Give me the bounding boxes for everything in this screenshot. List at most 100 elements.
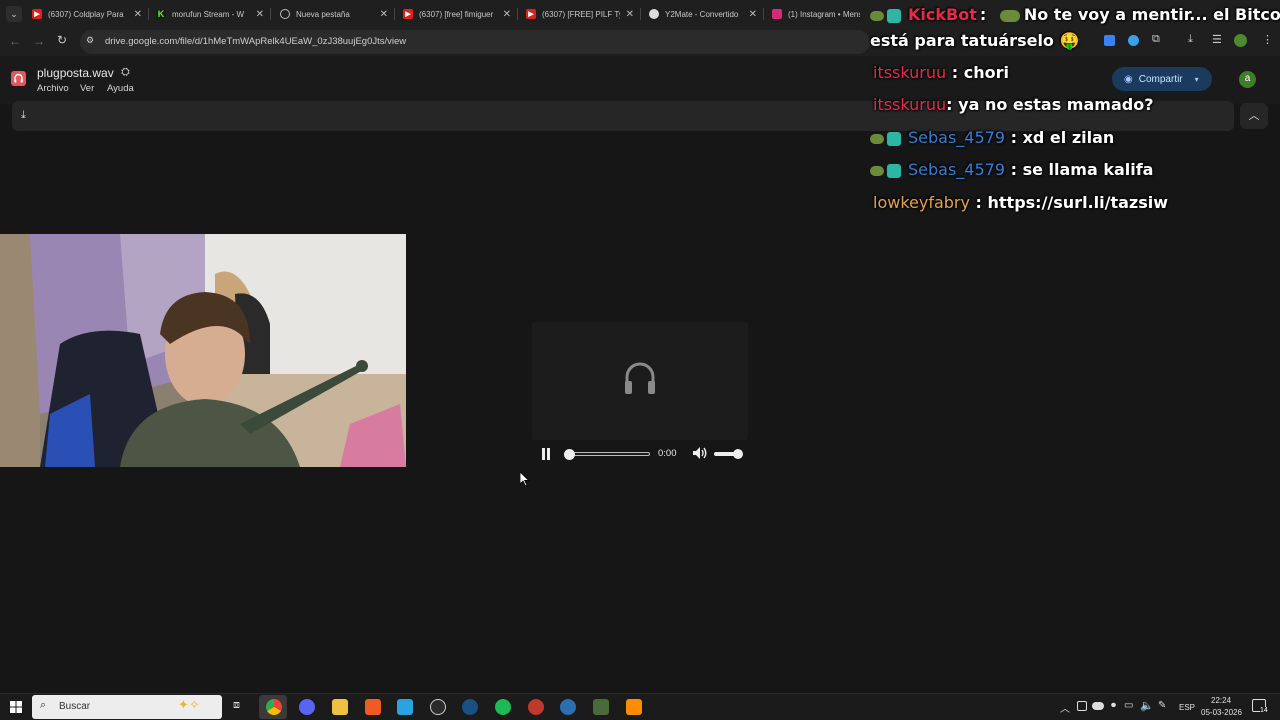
volume-handle[interactable] bbox=[733, 449, 743, 459]
obs-icon[interactable] bbox=[430, 699, 446, 715]
seek-bar[interactable] bbox=[564, 452, 650, 456]
chat-text: : se llama kalifa bbox=[1010, 160, 1154, 179]
close-tab-icon[interactable]: ✕ bbox=[749, 9, 757, 20]
audio-player-card bbox=[532, 322, 748, 440]
reload-icon[interactable]: ↻ bbox=[57, 33, 67, 47]
download-icon[interactable]: ⤓ bbox=[1188, 33, 1193, 46]
collapse-header-button[interactable]: ︿ bbox=[1240, 103, 1268, 129]
app-icon[interactable] bbox=[593, 699, 609, 715]
chat-text: : chori bbox=[951, 63, 1009, 82]
chat-message: Sebas_4579 : xd el zilan bbox=[870, 128, 1114, 147]
tab-y2mate[interactable]: Y2Mate - Convertido ✕ bbox=[649, 4, 757, 24]
extension-icon[interactable] bbox=[1104, 35, 1115, 46]
search-placeholder: Buscar bbox=[59, 701, 91, 712]
chat-badge-icon bbox=[887, 163, 901, 178]
spotify-icon[interactable] bbox=[495, 699, 511, 715]
chat-badge-icon bbox=[870, 133, 884, 144]
chat-message: lowkeyfabry : https://surl.li/tazsiw bbox=[873, 193, 1168, 212]
chat-username: Sebas_4579 bbox=[908, 160, 1006, 179]
close-tab-icon[interactable]: ✕ bbox=[380, 9, 388, 20]
tab-kick-stream[interactable]: K morufun Stream - W ✕ bbox=[156, 4, 264, 24]
menu-archivo[interactable]: Archivo bbox=[37, 83, 69, 94]
chrome-icon[interactable] bbox=[266, 699, 282, 715]
steam-icon[interactable] bbox=[462, 699, 478, 715]
tab-new-tab[interactable]: Nueva pestaña ✕ bbox=[280, 4, 388, 24]
site-info-icon[interactable]: ⚙ bbox=[86, 35, 94, 46]
onedrive-icon[interactable] bbox=[1092, 702, 1104, 710]
clock-time[interactable]: 22:24 bbox=[1211, 696, 1231, 705]
windows-start-icon[interactable] bbox=[10, 701, 22, 713]
language-indicator[interactable]: ESP bbox=[1179, 703, 1195, 712]
notification-count: 14 bbox=[1260, 707, 1268, 714]
tab-search-button[interactable]: ⌄ bbox=[6, 6, 22, 22]
account-avatar[interactable]: a bbox=[1239, 71, 1256, 88]
kick-icon: K bbox=[156, 9, 166, 19]
webcam-image bbox=[0, 234, 406, 467]
close-tab-icon[interactable]: ✕ bbox=[134, 9, 142, 20]
steam-icon[interactable] bbox=[560, 699, 576, 715]
reading-list-icon[interactable]: ☰ bbox=[1212, 33, 1222, 46]
youtube-icon: ▶ bbox=[526, 9, 536, 19]
mouse-cursor-icon bbox=[520, 472, 530, 487]
search-highlight-icon: ✦✧ bbox=[178, 697, 200, 712]
chat-text: : bbox=[979, 5, 987, 24]
menu-ver[interactable]: Ver bbox=[80, 83, 94, 94]
globe-icon: ◉ bbox=[1124, 73, 1133, 85]
clock-date[interactable]: 05-03-2026 bbox=[1201, 708, 1242, 717]
chat-username: KickBot bbox=[908, 5, 977, 24]
menu-kebab-icon[interactable]: ⋮ bbox=[1262, 33, 1273, 46]
tab-coldplay[interactable]: ▶ (6307) Coldplay Para ✕ bbox=[32, 4, 142, 24]
chat-username: itsskuruu bbox=[873, 63, 947, 82]
youtube-icon: ▶ bbox=[403, 9, 413, 19]
pen-icon[interactable]: ✎ bbox=[1158, 700, 1166, 711]
extensions-puzzle-icon[interactable]: ⧉ bbox=[1152, 33, 1160, 46]
pause-icon[interactable] bbox=[541, 447, 551, 460]
close-tab-icon[interactable]: ✕ bbox=[626, 9, 634, 20]
brave-icon[interactable] bbox=[365, 699, 381, 715]
tab-instagram[interactable]: (1) Instagram • Mens bbox=[772, 4, 862, 24]
tab-pilf[interactable]: ▶ (6307) [FREE] PILF Ty ✕ bbox=[526, 4, 634, 24]
chat-message: Sebas_4579 : se llama kalifa bbox=[870, 160, 1153, 179]
chat-badge-icon bbox=[887, 8, 901, 23]
chevron-up-icon: ︿ bbox=[1248, 110, 1260, 122]
url-text: drive.google.com/file/d/1hMeTmWApRelk4UE… bbox=[105, 36, 407, 47]
chat-text: : xd el zilan bbox=[1010, 128, 1115, 147]
download-icon[interactable]: ⤓ bbox=[21, 109, 26, 122]
tray-app-icon[interactable]: ⏺ bbox=[1111, 700, 1116, 711]
file-name: plugposta.wav bbox=[37, 66, 114, 80]
app-icon[interactable] bbox=[528, 699, 544, 715]
chat-text: : ya no estas mamado? bbox=[946, 95, 1154, 114]
fl-studio-icon[interactable] bbox=[626, 699, 642, 715]
search-icon: ⌕ bbox=[40, 699, 47, 711]
volume-icon[interactable] bbox=[692, 446, 708, 460]
chat-text: : https://surl.li/tazsiw bbox=[975, 193, 1168, 212]
chat-badge-icon bbox=[870, 10, 884, 21]
seek-handle[interactable] bbox=[564, 449, 575, 460]
back-icon[interactable]: ← bbox=[9, 34, 21, 48]
network-icon[interactable]: ▭ bbox=[1124, 700, 1133, 711]
task-view-icon[interactable]: ⧈ bbox=[233, 699, 240, 712]
player-controls bbox=[532, 440, 748, 468]
headphones-icon bbox=[625, 362, 655, 394]
menu-ayuda[interactable]: Ayuda bbox=[107, 83, 134, 94]
extension-icon[interactable] bbox=[1128, 35, 1139, 46]
tray-expand-icon[interactable]: ︿ bbox=[1060, 700, 1070, 715]
chevron-down-icon[interactable]: ▾ bbox=[1195, 75, 1199, 84]
profile-avatar[interactable] bbox=[1234, 34, 1247, 47]
speaker-icon[interactable]: 🔈 bbox=[1140, 699, 1154, 712]
chrome-icon bbox=[280, 9, 290, 19]
chat-username: lowkeyfabry bbox=[873, 193, 970, 212]
forward-icon[interactable]: → bbox=[33, 34, 45, 48]
close-tab-icon[interactable]: ✕ bbox=[256, 9, 264, 20]
discord-icon[interactable] bbox=[299, 699, 315, 715]
chat-message: KickBot: No te voy a mentir... el Bitcoi… bbox=[870, 5, 1280, 24]
chat-message: está para tatuárselo 🤑 bbox=[870, 31, 1079, 50]
chat-badge-icon bbox=[870, 165, 884, 176]
share-button[interactable]: ◉ Compartir ▾ bbox=[1112, 67, 1212, 91]
file-explorer-icon[interactable] bbox=[332, 699, 348, 715]
tray-app-icon[interactable] bbox=[1077, 701, 1087, 711]
tab-fimiguer[interactable]: ▶ (6307) [free] fimiguer ✕ bbox=[403, 4, 511, 24]
microsoft-store-icon[interactable] bbox=[397, 699, 413, 715]
webcam-feed bbox=[0, 234, 406, 467]
close-tab-icon[interactable]: ✕ bbox=[503, 9, 511, 20]
